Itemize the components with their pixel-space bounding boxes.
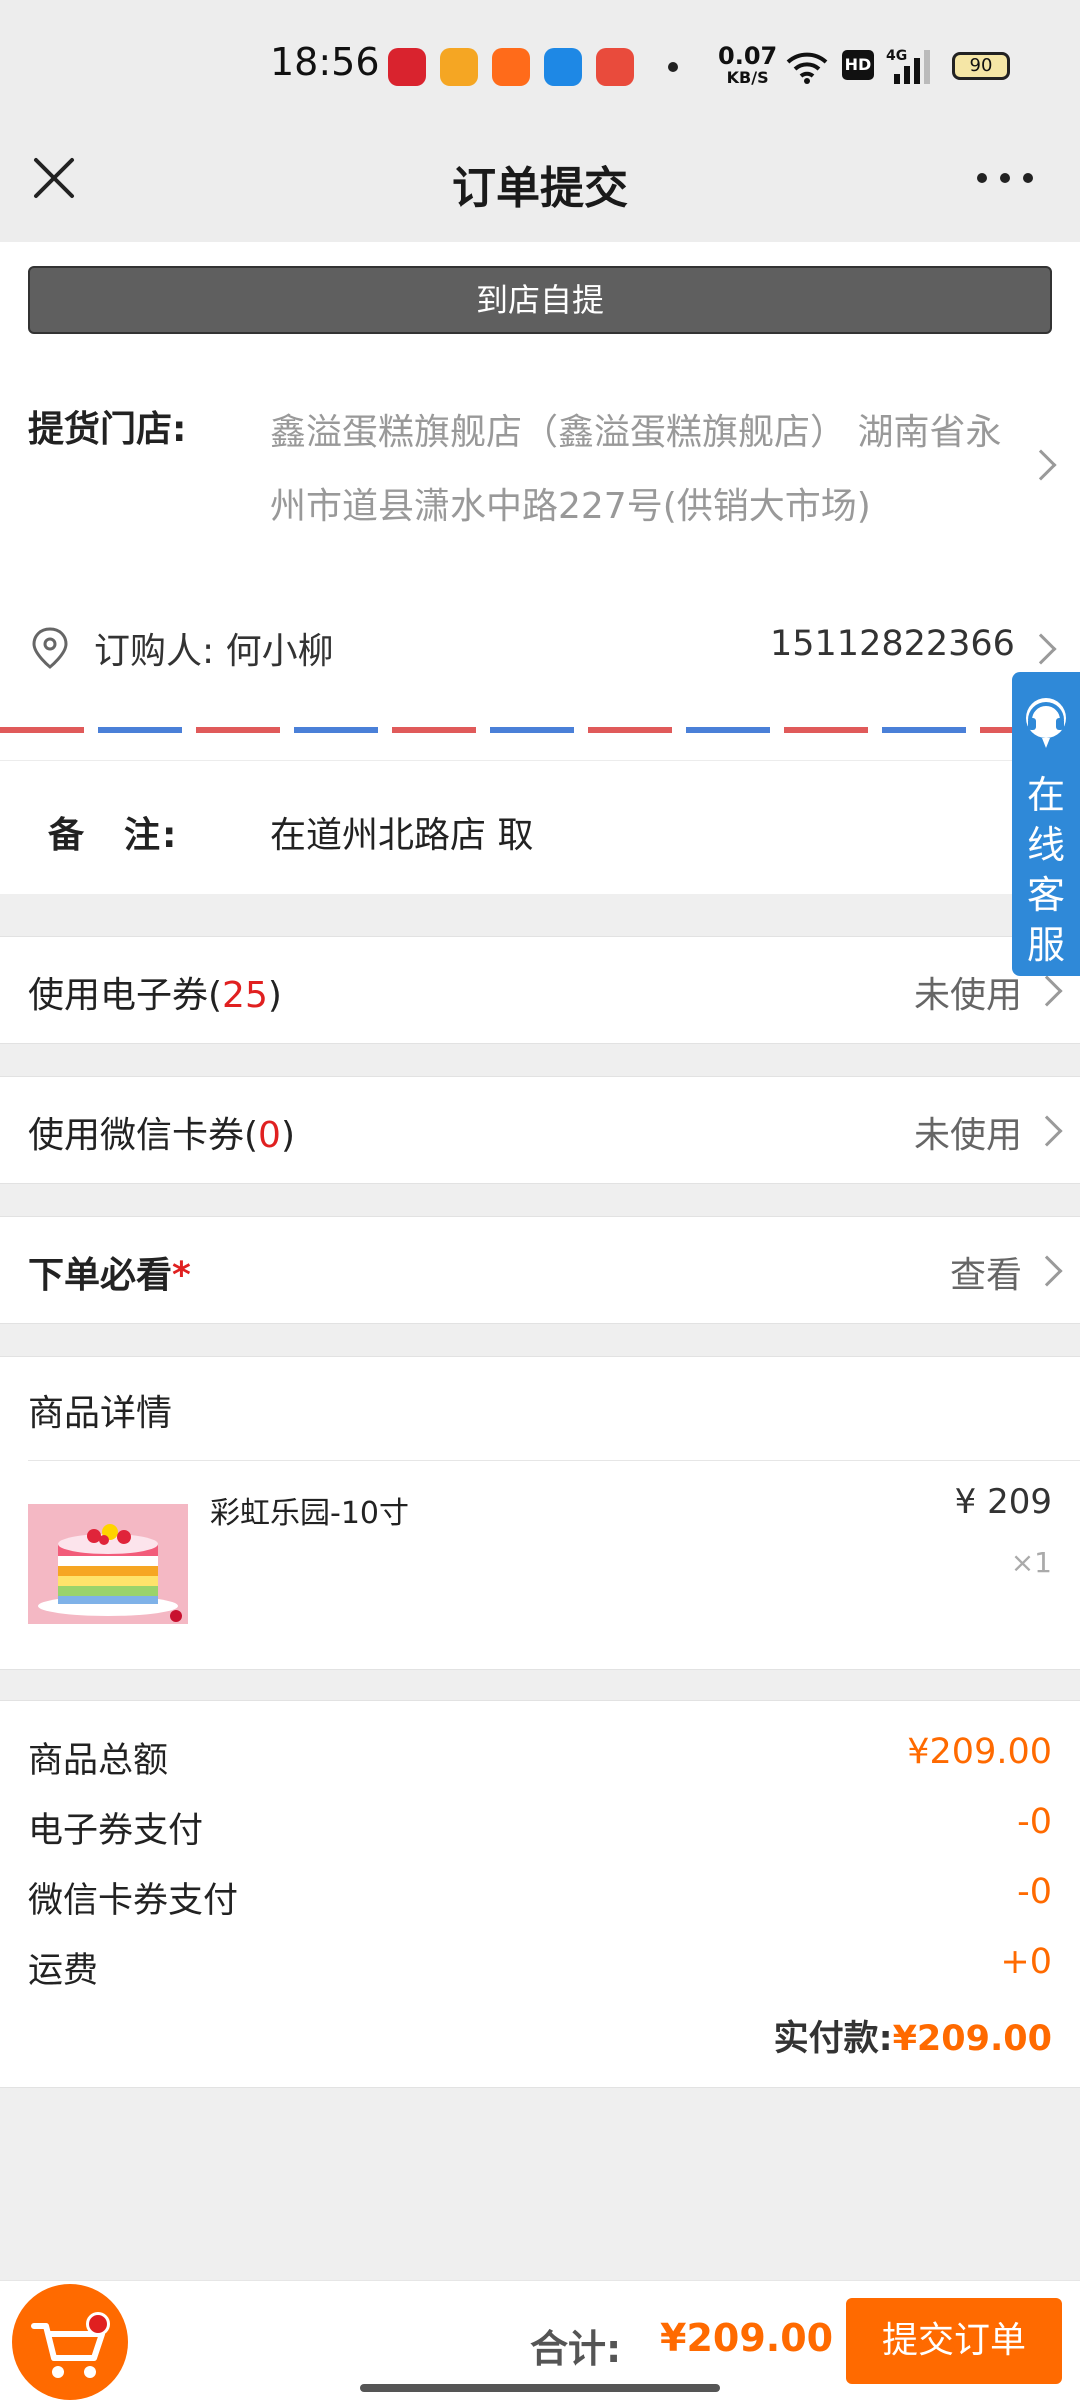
page-title: 订单提交: [452, 163, 628, 214]
weibo-icon: [440, 48, 478, 86]
ecoupon-label-suffix: ): [267, 975, 282, 1016]
wxcard-count: 0: [258, 1115, 281, 1156]
notification-dot-icon: [668, 62, 678, 72]
hd-icon: HD: [842, 50, 874, 80]
taobao-icon: [596, 48, 634, 86]
buyer-phone[interactable]: 15112822366: [770, 624, 1015, 664]
total-label: 合计:: [530, 2327, 622, 2371]
location-pin-icon: [32, 627, 68, 669]
net-speed: 0.07 KB/S: [718, 44, 777, 88]
ecoupon-pay-value: -0: [1017, 1802, 1052, 1842]
app-orange-icon: [492, 48, 530, 86]
wxcard-label-suffix: ): [280, 1115, 295, 1156]
divider: [28, 1460, 1080, 1461]
must-read-text: 下单必看: [28, 1255, 173, 1296]
ecoupon-count: 25: [222, 975, 268, 1016]
pickup-mode-button[interactable]: 到店自提: [28, 266, 1052, 334]
wxcard-pay-label: 微信卡券支付: [28, 1881, 239, 1921]
store-label: 提货门店:: [28, 409, 187, 450]
customer-service-label: 在线客服: [1026, 773, 1065, 967]
wifi-icon: [786, 52, 828, 84]
remark-input[interactable]: 在道州北路店 取: [270, 806, 533, 858]
paid-value: ¥209.00: [892, 2019, 1052, 2059]
ecoupon-label-text: 使用电子券(: [28, 975, 223, 1016]
paid-amount: 实付款:¥209.00: [774, 2010, 1052, 2061]
net-speed-unit: KB/S: [726, 68, 769, 87]
ecoupon-label: 使用电子券(25): [28, 966, 282, 1018]
total-value: ¥209.00: [660, 2316, 834, 2360]
ecoupon-status: 未使用: [913, 975, 1022, 1016]
status-time: 18:56: [270, 40, 380, 84]
required-star: *: [172, 1255, 191, 1296]
signal-4g-icon: 4G: [886, 48, 930, 84]
ecoupon-pay-label: 电子券支付: [28, 1811, 204, 1851]
airmail-divider: [0, 727, 1080, 733]
home-indicator[interactable]: [360, 2384, 720, 2392]
divider: [0, 760, 1080, 761]
must-read-label: 下单必看*: [28, 1246, 191, 1298]
wxcard-status: 未使用: [913, 1115, 1022, 1156]
wxcard-label-text: 使用微信卡券(: [28, 1115, 259, 1156]
paid-label: 实付款:: [773, 2019, 893, 2059]
product-image[interactable]: [28, 1504, 188, 1624]
shipping-label: 运费: [28, 1951, 99, 1991]
cart-badge: [86, 2312, 110, 2336]
address-panel: [0, 242, 1080, 894]
battery-icon: 90: [952, 52, 1010, 80]
submit-order-button[interactable]: 提交订单: [846, 2298, 1062, 2384]
must-read-view[interactable]: 查看: [950, 1246, 1022, 1298]
subtotal-value: ¥209.00: [907, 1732, 1052, 1772]
remark-label: 备 注:: [48, 815, 179, 856]
svg-text:4G: 4G: [886, 48, 907, 64]
wxcard-label: 使用微信卡券(0): [28, 1106, 295, 1158]
headset-icon: [1026, 698, 1066, 748]
product-name: 彩虹乐园-10寸: [210, 1496, 409, 1531]
alipay-icon: [544, 48, 582, 86]
more-options-icon[interactable]: [970, 160, 1040, 196]
product-quantity: ×1: [1010, 1546, 1052, 1579]
product-price: ¥ 209: [954, 1482, 1052, 1522]
buyer-name[interactable]: 订购人: 何小柳: [94, 622, 334, 674]
store-address-line2: 州市道县潇水中路227号(供销大市场): [270, 486, 871, 527]
net-speed-value: 0.07: [718, 42, 778, 70]
product-section-title: 商品详情: [28, 1393, 173, 1434]
wxcard-pay-value: -0: [1017, 1872, 1052, 1912]
store-address: 鑫溢蛋糕旗舰店（鑫溢蛋糕旗舰店） 湖南省永 州市道县潇水中路227号(供销大市场…: [270, 396, 1060, 544]
store-address-line1: 鑫溢蛋糕旗舰店（鑫溢蛋糕旗舰店） 湖南省永: [270, 412, 1002, 453]
citic-bank-icon: [388, 48, 426, 86]
shipping-value: +0: [1000, 1942, 1052, 1982]
subtotal-label: 商品总额: [28, 1741, 169, 1781]
